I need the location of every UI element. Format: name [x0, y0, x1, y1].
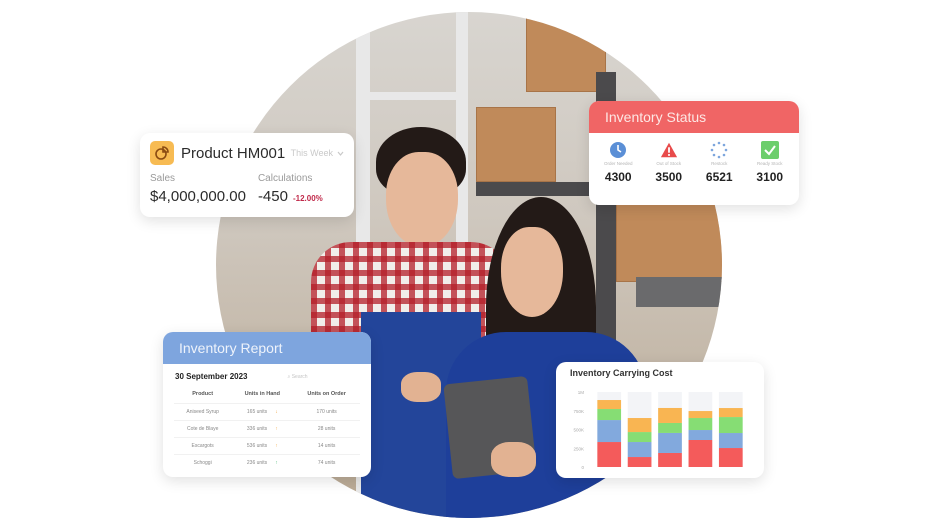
bar-segment [718, 417, 743, 434]
inventory-status-card: Inventory Status Order Needed 4300 Out o… [589, 101, 799, 205]
inventory-table: Product Units in Hand Units on Order Ani… [174, 385, 360, 471]
column-header: Units in Hand [244, 391, 281, 397]
y-tick-label: 0 [581, 465, 584, 470]
bar-segment [718, 408, 743, 418]
check-icon [760, 141, 779, 159]
trend-up-icon: ↑ [275, 443, 278, 449]
calculations-stat: Calculations -450 -12.00% [258, 173, 323, 205]
bar-segment [597, 400, 622, 410]
status-out-of-stock: Out of Stock 3500 [644, 141, 694, 184]
carrying-cost-chart: 0 250K 500K 750K 1M [573, 390, 743, 470]
bar-segment [658, 407, 682, 423]
bar-segment [718, 433, 743, 449]
face [386, 152, 458, 247]
bar-segment [597, 420, 622, 443]
y-tick-label: 750K [573, 409, 584, 414]
bar-segment [688, 430, 713, 440]
clock-icon [609, 141, 627, 159]
period-dropdown[interactable]: This Week [291, 148, 344, 158]
metal-shelf [636, 277, 722, 307]
trend-down-icon: ↓ [275, 409, 278, 415]
hand [491, 442, 536, 477]
status-order-needed: Order Needed 4300 [593, 141, 643, 184]
calculations-label: Calculations [257, 173, 313, 184]
bar-segment [718, 448, 743, 467]
cardboard-box [616, 202, 722, 282]
bar-segment [658, 452, 682, 467]
bar-segment [658, 432, 682, 453]
face [501, 227, 563, 317]
cardboard-box [526, 12, 606, 92]
bar-segment [688, 440, 713, 467]
table-row: Escargots 536 units ↑ 14 units [174, 437, 360, 455]
chevron-down-icon [337, 148, 344, 158]
report-date: 30 September 2023 [175, 372, 248, 381]
bar-segment [597, 409, 622, 421]
inventory-status-title: Inventory Status [589, 101, 799, 133]
inventory-report-title: Inventory Report [163, 332, 371, 364]
y-tick-label: 250K [573, 446, 584, 451]
bar-segment [627, 418, 652, 433]
chart-pie-icon [150, 141, 174, 165]
bar-segment [688, 411, 713, 419]
table-row: Schoggi 236 units ↑ 74 units [174, 454, 360, 471]
carrying-cost-card: Inventory Carrying Cost 0 250K 500K 750K 1M [556, 362, 764, 478]
bar-segment [597, 442, 622, 467]
warning-icon [660, 141, 678, 159]
bar-segment [627, 442, 652, 458]
period-label: This Week [290, 148, 333, 158]
shelf-board [366, 92, 466, 100]
y-tick-label: 1M [578, 390, 585, 395]
sales-label: Sales [150, 173, 176, 184]
trend-up-icon: ↑ [275, 460, 278, 466]
sales-value: $4,000,000.00 [150, 188, 246, 205]
y-tick-label: 500K [573, 428, 584, 433]
calculations-delta: -12.00% [292, 194, 323, 203]
product-title: Product HM001 [181, 144, 286, 162]
sales-stat: Sales $4,000,000.00 [150, 173, 246, 205]
inventory-report-card: Inventory Report 30 September 2023 ⌕ Sea… [163, 332, 371, 477]
bar-segment [627, 432, 652, 443]
column-header: Units on Order [307, 391, 346, 397]
bar-segment [658, 422, 682, 433]
trend-up-icon: ↑ [275, 426, 278, 432]
bar-segment [627, 457, 652, 467]
status-ready-stock: Ready Stock 3100 [745, 141, 795, 184]
bar-segment [688, 418, 713, 431]
hand [401, 372, 441, 402]
column-header: Product [192, 391, 214, 397]
status-restock: Restock 6521 [694, 141, 744, 184]
calculations-value: -450 [257, 188, 288, 205]
loading-icon [710, 141, 728, 159]
table-row: Aniseed Syrup 165 units ↓ 170 units [174, 403, 360, 421]
cardboard-box [476, 107, 556, 182]
product-summary-card: Product HM001 This Week Sales $4,000,000… [140, 133, 354, 217]
report-search-input[interactable]: ⌕ Search [288, 374, 308, 380]
table-row: Cote de Blaye 336 units ↑ 28 units [174, 420, 360, 438]
